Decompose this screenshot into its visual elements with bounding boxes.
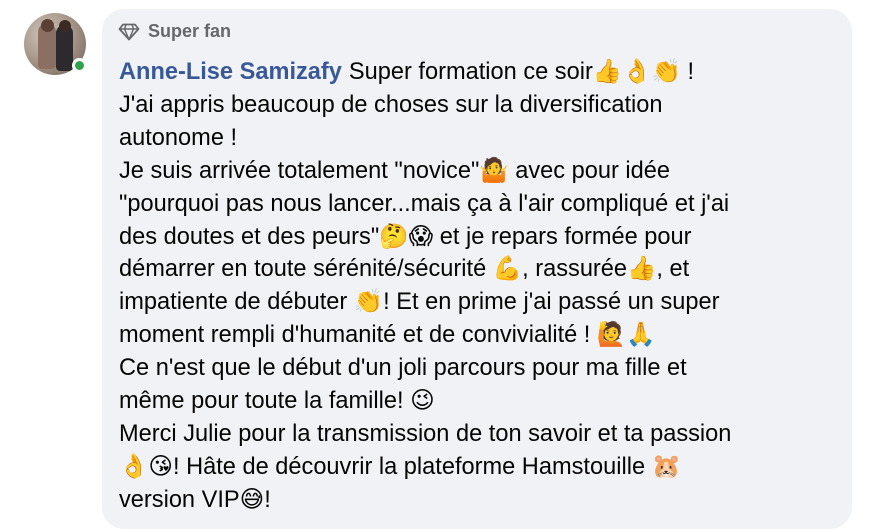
comment-line: démarrer en toute sérénité/sécurité 💪, r… <box>119 256 690 283</box>
comment-line: même pour toute la famille! 😉 <box>119 388 435 415</box>
comment-line: J'ai appris beaucoup de choses sur la di… <box>119 91 663 118</box>
comment-line: Je suis arrivée totalement "novice"🤷 ave… <box>119 157 671 184</box>
comment-line: "pourquoi pas nous lancer...mais ça à l'… <box>119 190 730 217</box>
online-status-dot <box>72 58 87 73</box>
comment-line: autonome ! <box>119 124 238 151</box>
comment-line: Anne-Lise Samizafy Super formation ce soi… <box>119 56 839 89</box>
comment-line: moment rempli d'humanité et de convivial… <box>119 322 656 349</box>
diamond-icon <box>118 23 140 40</box>
comment-line: Ce n'est que le début d'un joli parcours… <box>119 355 687 382</box>
comment-line: impatiente de débuter 👏! Et en prime j'a… <box>119 289 720 316</box>
super-fan-badge[interactable]: Super fan <box>118 21 231 42</box>
comment-bubble: Super fan Anne-Lise Samizafy Super format… <box>102 9 852 529</box>
comment-line: 👌😘! Hâte de découvrir la plateforme Hams… <box>119 453 681 480</box>
comment-text: Super formation ce soir👍👌👏 ! <box>348 59 695 85</box>
avatar[interactable] <box>24 13 87 75</box>
comment-line: Merci Julie pour la transmission de ton … <box>119 420 732 447</box>
author-name-link[interactable]: Anne-Lise Samizafy <box>119 59 342 85</box>
comment-line: version VIP😅! <box>119 486 271 513</box>
comment-body: Anne-Lise Samizafy Super formation ce soi… <box>119 56 839 517</box>
badge-label: Super fan <box>148 21 232 41</box>
comment-line: des doutes et des peurs"🤔😱 et je repars … <box>119 223 692 250</box>
